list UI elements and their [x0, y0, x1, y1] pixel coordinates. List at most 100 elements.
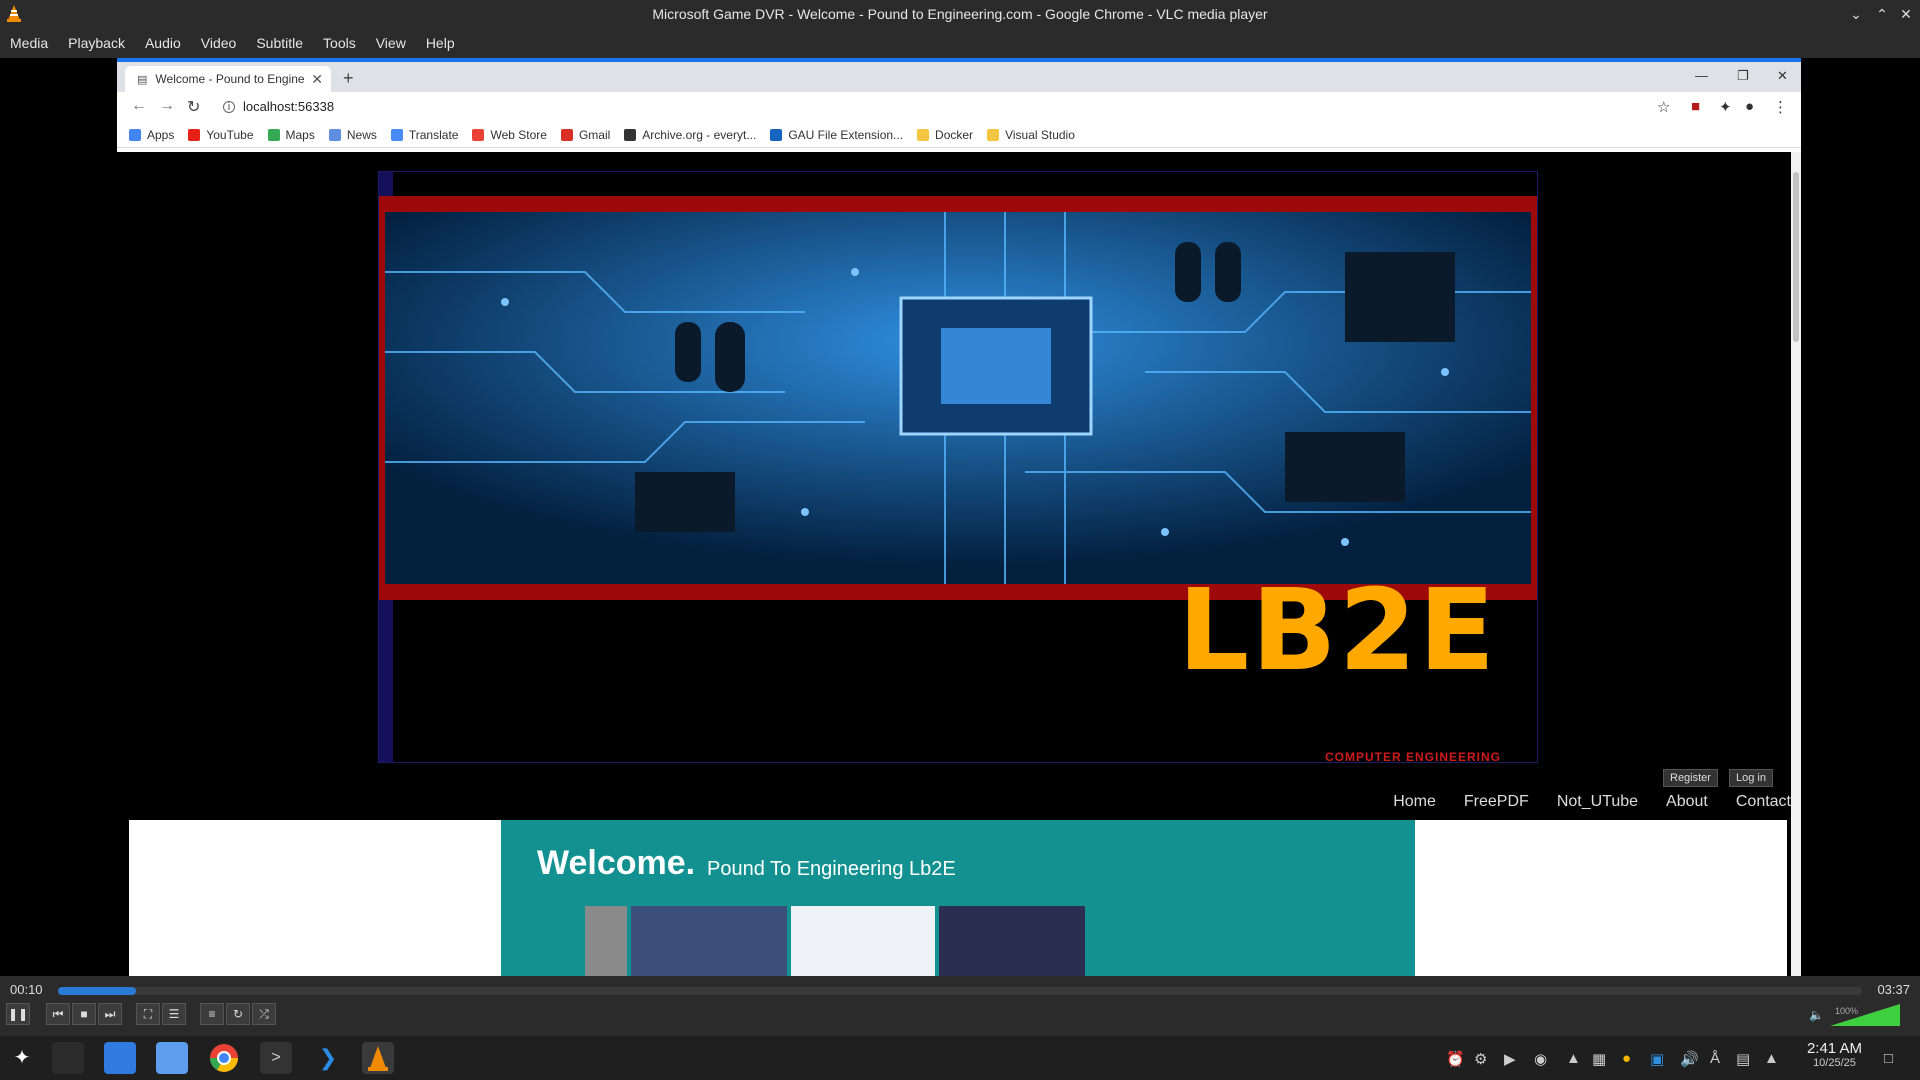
- bluetooth-icon[interactable]: Å: [1710, 1050, 1720, 1067]
- address-bar[interactable]: i localhost:56338: [223, 99, 334, 114]
- gmail-icon: [560, 128, 573, 141]
- bookmark-archive[interactable]: Archive.org - everyt...: [624, 128, 756, 142]
- bookmark-translate[interactable]: Translate: [390, 128, 458, 142]
- login-button[interactable]: Log in: [1729, 769, 1773, 787]
- bookmark-visual-studio[interactable]: Visual Studio: [987, 128, 1075, 142]
- clock-date: 10/25/25: [1813, 1057, 1856, 1069]
- terminal-icon[interactable]: >: [260, 1042, 292, 1074]
- menu-tools[interactable]: Tools: [323, 35, 356, 51]
- menu-playback[interactable]: Playback: [68, 35, 125, 51]
- expand-tray-icon[interactable]: ▲: [1764, 1050, 1779, 1067]
- alarm-icon[interactable]: ⏰: [1446, 1050, 1465, 1068]
- page-icon: ▤: [137, 73, 148, 86]
- bookmark-web-store[interactable]: Web Store: [472, 128, 547, 142]
- maximize-icon[interactable]: ⌃: [1872, 4, 1892, 24]
- seek-progress: [58, 987, 136, 995]
- clock[interactable]: 2:41 AM 10/25/25: [1807, 1040, 1862, 1069]
- bookmark-apps[interactable]: Apps: [129, 128, 174, 142]
- playlist-icon[interactable]: ≡: [200, 1003, 224, 1025]
- bookmark-youtube[interactable]: YouTube: [188, 128, 254, 142]
- tab-title: Welcome - Pound to Engineering: [155, 72, 305, 86]
- new-tab-icon[interactable]: +: [343, 68, 354, 89]
- vlc-menu-bar: Media Playback Audio Video Subtitle Tool…: [0, 28, 1920, 58]
- vlc-taskbar-icon[interactable]: [362, 1042, 394, 1074]
- chrome-toolbar: ← → ↻ i localhost:56338 ☆ ■ ✦ ● ⋮: [117, 92, 1801, 122]
- network-icon[interactable]: ▤: [1736, 1050, 1750, 1068]
- vlc-tray-icon[interactable]: ▲: [1566, 1050, 1581, 1067]
- menu-view[interactable]: View: [376, 35, 406, 51]
- volume-slider[interactable]: [1830, 1002, 1900, 1028]
- info-icon[interactable]: i: [223, 100, 235, 113]
- scrollbar-thumb[interactable]: [1793, 172, 1799, 342]
- pause-icon[interactable]: ❚❚: [6, 1003, 30, 1025]
- nav-home[interactable]: Home: [1393, 793, 1436, 811]
- extended-settings-icon[interactable]: ☰: [162, 1003, 186, 1025]
- bookmark-docker[interactable]: Docker: [917, 128, 973, 142]
- nav-not-utube[interactable]: Not_UTube: [1557, 793, 1638, 811]
- fullscreen-icon[interactable]: ⛶: [136, 1003, 160, 1025]
- code-thumbnail: [791, 906, 935, 976]
- chrome-taskbar-icon[interactable]: [208, 1042, 240, 1074]
- nav-freepdf[interactable]: FreePDF: [1464, 793, 1529, 811]
- extensions-icon[interactable]: ✦: [1719, 98, 1732, 116]
- window-title: Microsoft Game DVR - Welcome - Pound to …: [652, 6, 1268, 22]
- welcome-heading: Welcome.: [537, 844, 696, 882]
- vlc-title-bar: Microsoft Game DVR - Welcome - Pound to …: [0, 0, 1920, 28]
- site-logo: LB2E: [1177, 566, 1497, 696]
- file-manager-icon[interactable]: [156, 1042, 188, 1074]
- tab-bar: ▤ Welcome - Pound to Engineering ✕ + — ❐…: [117, 62, 1801, 92]
- security-icon[interactable]: ◉: [1534, 1050, 1547, 1068]
- reload-icon[interactable]: ↻: [187, 97, 200, 117]
- menu-video[interactable]: Video: [201, 35, 237, 51]
- welcome-banner: Welcome. Pound To Engineering Lb2E: [501, 820, 1415, 976]
- start-menu-icon[interactable]: ✦: [6, 1042, 38, 1074]
- vscode-icon[interactable]: ❯: [312, 1042, 344, 1074]
- bookmark-news[interactable]: News: [328, 128, 377, 142]
- bookmark-maps[interactable]: Maps: [267, 128, 315, 142]
- loop-icon[interactable]: ↻: [226, 1003, 250, 1025]
- bookmark-gau[interactable]: GAU File Extension...: [770, 128, 903, 142]
- chrome-menu-icon[interactable]: ⋮: [1773, 98, 1788, 116]
- chrome-close-icon[interactable]: ✕: [1777, 68, 1788, 84]
- news-icon: [328, 128, 341, 141]
- forward-icon[interactable]: →: [159, 97, 175, 115]
- nav-about[interactable]: About: [1666, 793, 1708, 811]
- close-tab-icon[interactable]: ✕: [311, 71, 323, 88]
- minimize-icon[interactable]: ⌄: [1846, 4, 1866, 24]
- welcome-subheading: Pound To Engineering Lb2E: [707, 858, 956, 880]
- shuffle-icon[interactable]: ⤮: [252, 1003, 276, 1025]
- browser-tab[interactable]: ▤ Welcome - Pound to Engineering ✕: [125, 66, 331, 92]
- web-page: LB2E COMPUTER ENGINEERING Register Log i…: [117, 152, 1791, 976]
- back-icon[interactable]: ←: [131, 97, 147, 115]
- task-switcher-icon[interactable]: [52, 1042, 84, 1074]
- page-scrollbar[interactable]: [1791, 152, 1801, 976]
- previous-icon[interactable]: ⏮: [46, 1003, 70, 1025]
- seek-bar[interactable]: [58, 987, 1862, 995]
- bluetooth-share-icon[interactable]: ⚙: [1474, 1050, 1487, 1068]
- menu-audio[interactable]: Audio: [145, 35, 181, 51]
- bookmark-gmail[interactable]: Gmail: [560, 128, 610, 142]
- speaker-icon[interactable]: 🔈: [1809, 1008, 1824, 1022]
- acrobat-icon[interactable]: ■: [1691, 98, 1700, 115]
- show-desktop-icon[interactable]: □: [1884, 1050, 1893, 1067]
- updates-icon[interactable]: ●: [1622, 1050, 1631, 1067]
- menu-media[interactable]: Media: [10, 35, 48, 51]
- media-icon[interactable]: ▶: [1504, 1050, 1516, 1068]
- clipboard-icon[interactable]: ▦: [1592, 1050, 1606, 1068]
- next-icon[interactable]: ⏭: [98, 1003, 122, 1025]
- menu-help[interactable]: Help: [426, 35, 455, 51]
- chrome-minimize-icon[interactable]: —: [1695, 68, 1708, 83]
- bookmark-star-icon[interactable]: ☆: [1657, 98, 1670, 116]
- close-icon[interactable]: ✕: [1896, 4, 1916, 24]
- url-text: localhost:56338: [243, 99, 335, 114]
- maps-icon: [267, 128, 280, 141]
- menu-subtitle[interactable]: Subtitle: [256, 35, 303, 51]
- nav-contact[interactable]: Contact: [1736, 793, 1791, 811]
- stop-icon[interactable]: ■: [72, 1003, 96, 1025]
- store-icon[interactable]: [104, 1042, 136, 1074]
- profile-icon[interactable]: ●: [1745, 98, 1754, 115]
- chrome-restore-icon[interactable]: ❐: [1737, 68, 1749, 84]
- volume-tray-icon[interactable]: 🔊: [1680, 1050, 1699, 1068]
- register-button[interactable]: Register: [1663, 769, 1718, 787]
- display-icon[interactable]: ▣: [1650, 1050, 1664, 1068]
